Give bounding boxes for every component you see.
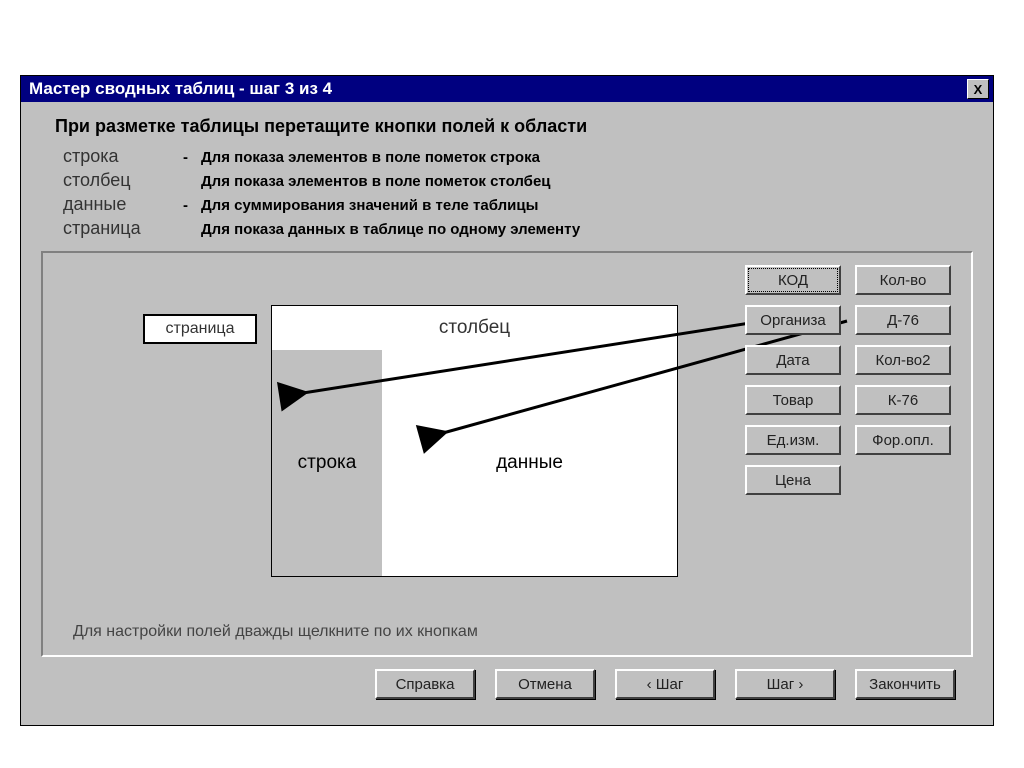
drop-zone-page[interactable]: страница	[143, 314, 257, 344]
hint-text: Для настройки полей дважды щелкните по и…	[73, 623, 478, 641]
button-row: Справка Отмена ‹ Шаг Шаг › Закончить	[41, 657, 973, 713]
dialog-body: При разметке таблицы перетащите кнопки п…	[21, 102, 993, 725]
close-icon: X	[974, 82, 983, 97]
legend-term-row: строка	[63, 145, 183, 167]
back-button[interactable]: ‹ Шаг	[615, 669, 715, 699]
pivot-grid: столбец строка данные	[271, 305, 678, 577]
close-button[interactable]: X	[967, 79, 989, 99]
field-unit[interactable]: Ед.изм.	[745, 425, 841, 455]
field-col-1: КОД Организа Дата Товар Ед.изм. Цена	[745, 265, 841, 495]
legend-row: строка - Для показа элементов в поле пом…	[63, 145, 973, 169]
legend-dash: -	[183, 195, 201, 217]
pivot-wizard-dialog: Мастер сводных таблиц - шаг 3 из 4 X При…	[20, 75, 994, 726]
zone-data-label: данные	[496, 452, 563, 474]
zone-column-label: столбец	[439, 317, 510, 339]
legend: строка - Для показа элементов в поле пом…	[63, 145, 973, 241]
next-button[interactable]: Шаг ›	[735, 669, 835, 699]
zone-row-label: строка	[298, 452, 357, 474]
finish-button[interactable]: Закончить	[855, 669, 955, 699]
field-buttons: КОД Организа Дата Товар Ед.изм. Цена Кол…	[745, 265, 951, 495]
legend-term-data: данные	[63, 193, 183, 215]
legend-term-col: столбец	[63, 169, 183, 191]
field-qty2[interactable]: Кол-во2	[855, 345, 951, 375]
layout-panel: страница столбец строка данные	[41, 251, 973, 657]
legend-desc-row: Для показа элементов в поле пометок стро…	[201, 147, 540, 169]
field-kod[interactable]: КОД	[745, 265, 841, 295]
drop-zone-column[interactable]: столбец	[272, 306, 677, 351]
legend-desc-page: Для показа данных в таблице по одному эл…	[201, 219, 580, 241]
field-col-2: Кол-во Д-76 Кол-во2 К-76 Фор.опл.	[855, 265, 951, 495]
drop-zone-data[interactable]: данные	[382, 350, 677, 576]
field-date[interactable]: Дата	[745, 345, 841, 375]
field-payform[interactable]: Фор.опл.	[855, 425, 951, 455]
legend-row: данные - Для суммирования значений в тел…	[63, 193, 973, 217]
field-qty[interactable]: Кол-во	[855, 265, 951, 295]
dialog-title: Мастер сводных таблиц - шаг 3 из 4	[29, 79, 332, 99]
title-bar: Мастер сводных таблиц - шаг 3 из 4 X	[21, 76, 993, 102]
cancel-button[interactable]: Отмена	[495, 669, 595, 699]
legend-desc-col: Для показа элементов в поле пометок стол…	[201, 171, 551, 193]
legend-row: столбец Для показа элементов в поле поме…	[63, 169, 973, 193]
field-price[interactable]: Цена	[745, 465, 841, 495]
legend-desc-data: Для суммирования значений в теле таблицы	[201, 195, 538, 217]
field-product[interactable]: Товар	[745, 385, 841, 415]
intro-text: При разметке таблицы перетащите кнопки п…	[55, 116, 973, 137]
pivot-layout-area: страница столбец строка данные	[103, 305, 663, 585]
field-k76[interactable]: К-76	[855, 385, 951, 415]
legend-row: страница Для показа данных в таблице по …	[63, 217, 973, 241]
legend-term-page: страница	[63, 217, 183, 239]
field-organization[interactable]: Организа	[745, 305, 841, 335]
help-button[interactable]: Справка	[375, 669, 475, 699]
drop-zone-row[interactable]: строка	[272, 350, 383, 576]
field-d76[interactable]: Д-76	[855, 305, 951, 335]
legend-dash: -	[183, 147, 201, 169]
